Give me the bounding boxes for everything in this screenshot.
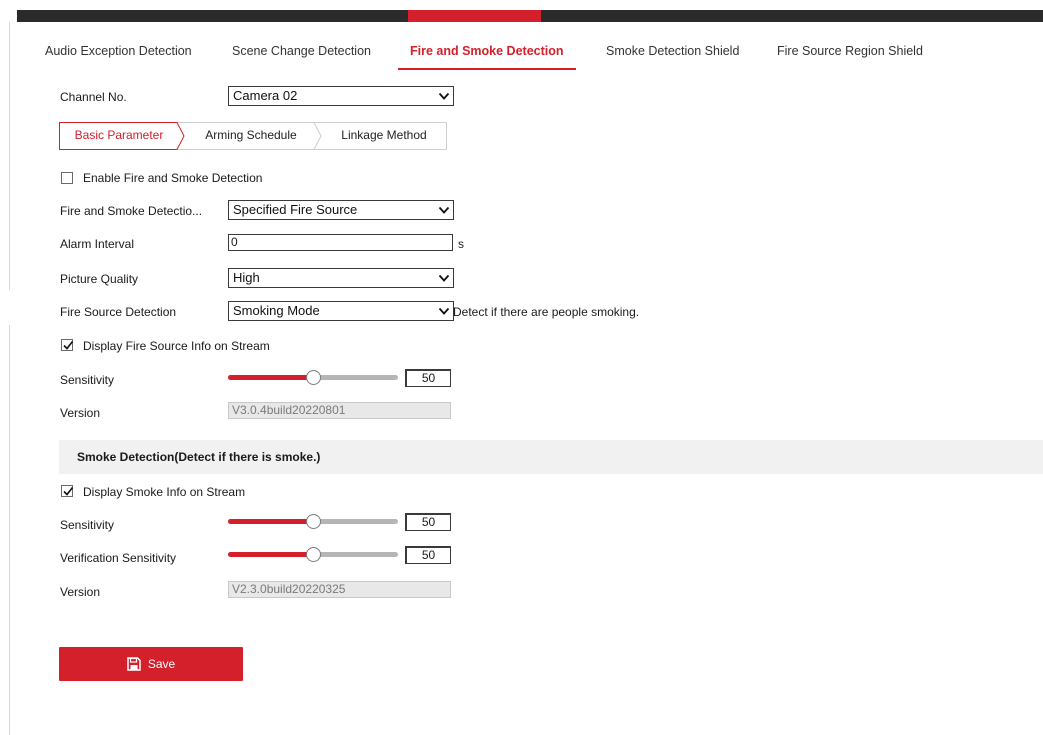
slider-fill — [228, 519, 313, 524]
fire-version-label: Version — [60, 406, 101, 420]
smoke-version-label: Version — [60, 585, 101, 599]
enable-detection-checkbox[interactable] — [61, 172, 73, 184]
enable-detection-label: Enable Fire and Smoke Detection — [83, 171, 263, 185]
tab-smoke-detection-shield[interactable]: Smoke Detection Shield — [606, 30, 739, 70]
tab-linkage-method[interactable]: Linkage Method — [323, 122, 445, 150]
checkmark-icon — [63, 341, 74, 350]
save-icon — [127, 657, 141, 671]
detection-mode-value: Specified Fire Source — [233, 202, 358, 217]
detection-mode-select[interactable]: Specified Fire Source — [228, 200, 454, 220]
fire-sensitivity-slider[interactable] — [228, 370, 398, 385]
smoke-sensitivity-value[interactable]: 50 — [405, 513, 451, 531]
slider-handle[interactable] — [306, 370, 321, 385]
picture-quality-value: High — [233, 270, 260, 285]
fire-sensitivity-value[interactable]: 50 — [405, 369, 451, 387]
chevron-down-icon — [438, 307, 450, 315]
alarm-interval-unit: s — [458, 237, 464, 251]
checkmark-icon — [63, 487, 74, 496]
tab-arming-schedule[interactable]: Arming Schedule — [187, 122, 315, 150]
tab-basic-parameter[interactable]: Basic Parameter — [59, 122, 179, 150]
channel-select[interactable]: Camera 02 — [228, 86, 454, 106]
slider-fill — [228, 375, 313, 380]
picture-quality-select[interactable]: High — [228, 268, 454, 288]
slider-handle[interactable] — [306, 514, 321, 529]
verification-sensitivity-slider[interactable] — [228, 547, 398, 562]
alarm-interval-label: Alarm Interval — [60, 237, 135, 251]
verification-sensitivity-label: Verification Sensitivity — [60, 551, 177, 565]
display-smoke-info-label: Display Smoke Info on Stream — [83, 485, 246, 499]
top-header-bar — [17, 10, 1043, 22]
slider-fill — [228, 552, 313, 557]
chevron-down-icon — [438, 274, 450, 282]
tab-fire-and-smoke-detection[interactable]: Fire and Smoke Detection — [398, 30, 576, 70]
tab-scene-change-detection[interactable]: Scene Change Detection — [232, 30, 371, 70]
left-divider — [9, 22, 10, 290]
channel-label: Channel No. — [60, 90, 127, 104]
active-menu-indicator — [408, 10, 541, 22]
display-fire-info-label: Display Fire Source Info on Stream — [83, 339, 270, 353]
display-fire-info-checkbox[interactable] — [61, 339, 74, 351]
fire-source-value: Smoking Mode — [233, 303, 320, 318]
fire-source-select[interactable]: Smoking Mode — [228, 301, 454, 321]
fire-source-hint: Detect if there are people smoking. — [453, 305, 640, 319]
tab-fire-source-region-shield[interactable]: Fire Source Region Shield — [777, 30, 923, 70]
fire-version-field: V3.0.4build20220801 — [228, 402, 451, 419]
save-button-label: Save — [147, 657, 176, 671]
smoke-sensitivity-slider[interactable] — [228, 514, 398, 529]
smoke-sensitivity-label: Sensitivity — [60, 518, 115, 532]
channel-value: Camera 02 — [233, 88, 298, 103]
detection-mode-label: Fire and Smoke Detectio... — [60, 204, 203, 218]
left-divider — [9, 325, 10, 735]
main-tab-bar: Audio Exception Detection Scene Change D… — [33, 30, 1043, 70]
smoke-section-title: Smoke Detection(Detect if there is smoke… — [59, 440, 1043, 474]
chevron-down-icon — [438, 206, 450, 214]
fire-source-label: Fire Source Detection — [60, 305, 177, 319]
display-smoke-info-checkbox[interactable] — [61, 485, 74, 497]
verification-sensitivity-value[interactable]: 50 — [405, 546, 451, 564]
picture-quality-label: Picture Quality — [60, 272, 139, 286]
alarm-interval-input[interactable]: 0 — [228, 234, 453, 251]
chevron-down-icon — [438, 92, 450, 100]
fire-sensitivity-label: Sensitivity — [60, 373, 115, 387]
smoke-version-field: V2.3.0build20220325 — [228, 581, 451, 598]
slider-handle[interactable] — [306, 547, 321, 562]
tab-audio-exception-detection[interactable]: Audio Exception Detection — [45, 30, 192, 70]
save-button[interactable]: Save — [59, 647, 243, 681]
